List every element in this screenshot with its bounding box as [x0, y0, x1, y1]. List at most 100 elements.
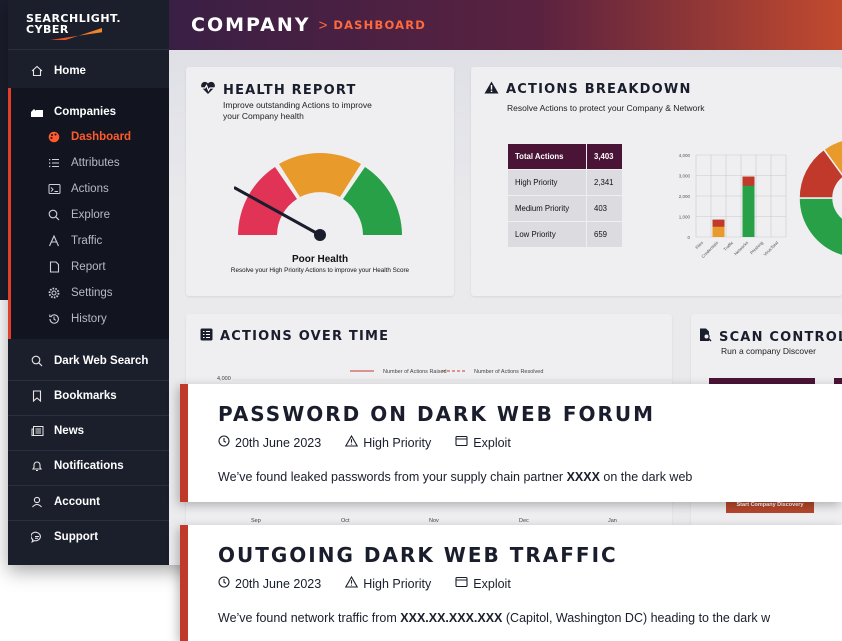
table-cell-label: Total Actions [508, 144, 586, 169]
chat-icon [30, 530, 44, 544]
sidebar-item-home[interactable]: Home [8, 58, 169, 84]
x-tick-label: VirusTotal [762, 240, 779, 257]
sidebar-item-dark-web-search[interactable]: Dark Web Search [8, 349, 169, 373]
table-row[interactable]: High Priority 2,341 [508, 170, 622, 195]
home-icon [30, 64, 44, 78]
card-title-text: SCAN CONTROL [719, 329, 842, 345]
divider [8, 485, 169, 486]
companies-icon [30, 105, 44, 119]
card-title-text: ACTIONS BREAKDOWN [506, 82, 692, 97]
x-tick-label: Sep [251, 518, 261, 524]
alert-date: 20th June 2023 [218, 576, 321, 591]
sidebar-item-notifications[interactable]: Notifications [8, 454, 169, 478]
sidebar-item-report[interactable]: Report [8, 256, 169, 278]
legend-resolved-label: Number of Actions Resolved [474, 369, 544, 375]
page-title: COMPANY [191, 14, 311, 36]
actions-breakdown-subtitle: Resolve Actions to protect your Company … [507, 103, 705, 113]
sidebar-item-dashboard[interactable]: Dashboard [8, 126, 169, 148]
x-tick-label: Files [694, 240, 704, 250]
sidebar-item-traffic[interactable]: Traffic [8, 230, 169, 252]
divider [8, 380, 169, 381]
alert-card[interactable]: OUTGOING DARK WEB TRAFFIC 20th June 2023… [180, 525, 842, 641]
alert-card[interactable]: PASSWORD ON DARK WEB FORUM 20th June 202… [180, 384, 842, 502]
sidebar-item-explore[interactable]: Explore [8, 204, 169, 226]
alert-priority: High Priority [345, 434, 431, 450]
health-note: Resolve your High Priority Actions to im… [230, 267, 410, 274]
actions-breakdown-title: ACTIONS BREAKDOWN [484, 81, 692, 98]
sidebar-item-news[interactable]: News [8, 419, 169, 443]
alert-priority-text: High Priority [363, 576, 432, 591]
sidebar-item-support[interactable]: Support [8, 525, 169, 549]
alert-priority: High Priority [345, 575, 432, 591]
actions-bar-chart: 01,0002,0003,0004,000FilesCredentials Tra… [679, 153, 787, 259]
y-tick-label: 2,000 [679, 194, 691, 199]
alert-type: Exploit [455, 576, 511, 591]
gear-icon [47, 286, 61, 300]
x-tick-label: Dec [519, 518, 529, 524]
sidebar-item-bookmarks[interactable]: Bookmarks [8, 384, 169, 408]
alert-message-text: We’ve found leaked passwords from your s… [218, 470, 567, 484]
sidebar-item-label: History [71, 313, 107, 325]
file-search-icon [699, 328, 712, 346]
sidebar-item-label: Report [71, 261, 106, 273]
table-row[interactable]: Low Priority 659 [508, 222, 622, 247]
table-cell-value: 403 [587, 196, 622, 221]
alert-message-text: (Capitol, Washington DC) heading to the … [502, 611, 771, 625]
bar [712, 226, 725, 237]
top-bar: COMPANY > DASHBOARD [169, 0, 842, 50]
breadcrumb-separator: > [318, 16, 328, 34]
y-axis-max-label: 4,000 [217, 376, 231, 382]
actions-breakdown-card: ACTIONS BREAKDOWN Resolve Actions to pro… [471, 67, 842, 296]
alert-message-entity: XXX.XX.XXX.XXX [400, 611, 503, 625]
table-cell-value: 3,403 [587, 144, 622, 169]
alert-date-text: 20th June 2023 [235, 576, 322, 591]
traffic-icon [47, 234, 61, 248]
scan-control-subtitle: Run a company Discover [721, 346, 816, 356]
alert-message: We’ve found leaked passwords from your s… [218, 470, 692, 484]
x-tick-label: Jan [608, 518, 617, 524]
x-tick-label: Networks [733, 240, 749, 256]
y-tick-label: 4,000 [679, 153, 691, 158]
card-title-text: HEALTH REPORT [223, 82, 357, 98]
bell-icon [30, 459, 44, 473]
table-row[interactable]: Total Actions 3,403 [508, 144, 622, 169]
sidebar-item-settings[interactable]: Settings [8, 282, 169, 304]
list-icon [47, 156, 61, 170]
table-cell-value: 2,341 [587, 170, 622, 195]
alert-message-entity: XXXX [566, 470, 600, 484]
health-report-card: HEALTH REPORT Improve outstanding Action… [186, 67, 454, 296]
health-status: Poor Health [291, 254, 349, 265]
health-report-subtitle: Improve outstanding Actions to improve y… [223, 100, 372, 122]
alert-date: 20th June 2023 [218, 435, 321, 450]
sidebar-item-account[interactable]: Account [8, 490, 169, 514]
sidebar-item-attributes[interactable]: Attributes [8, 152, 169, 174]
sidebar-item-label: Account [54, 496, 100, 508]
alert-meta: 20th June 2023 High Priority Exploit [218, 575, 535, 591]
actions-donut-chart [798, 139, 842, 257]
pie-slice [798, 197, 842, 257]
sidebar-item-label: Actions [71, 183, 109, 195]
sidebar-item-companies[interactable]: Companies [8, 100, 169, 124]
breadcrumb[interactable]: DASHBOARD [333, 18, 426, 32]
x-tick-label: Traffic [722, 240, 734, 252]
sidebar: SEARCHLIGHT. CYBER Home Companies Dashbo… [8, 0, 169, 565]
warning-icon [345, 575, 359, 591]
alert-type-text: Exploit [473, 576, 511, 591]
table-row[interactable]: Medium Priority 403 [508, 196, 622, 221]
brand-logo[interactable]: SEARCHLIGHT. CYBER [8, 0, 169, 50]
table-cell-label: Medium Priority [508, 196, 586, 221]
actions-table: Total Actions 3,403 High Priority 2,341 Me… [507, 143, 623, 248]
sidebar-item-history[interactable]: History [8, 308, 169, 330]
sidebar-item-label: Explore [71, 209, 110, 221]
alert-title: PASSWORD ON DARK WEB FORUM [218, 402, 656, 426]
divider [8, 520, 169, 521]
sidebar-item-label: Home [54, 65, 86, 77]
sidebar-item-label: Attributes [71, 157, 120, 169]
subtitle-line-1: Improve outstanding Actions to improve [223, 100, 372, 110]
gauge-hub [314, 229, 326, 241]
alert-message-text: We’ve found network traffic from [218, 611, 401, 625]
x-tick-label: Oct [341, 518, 350, 524]
sidebar-item-actions[interactable]: Actions [8, 178, 169, 200]
y-tick-label: 0 [687, 235, 690, 240]
sidebar-item-label: Dark Web Search [54, 355, 149, 367]
